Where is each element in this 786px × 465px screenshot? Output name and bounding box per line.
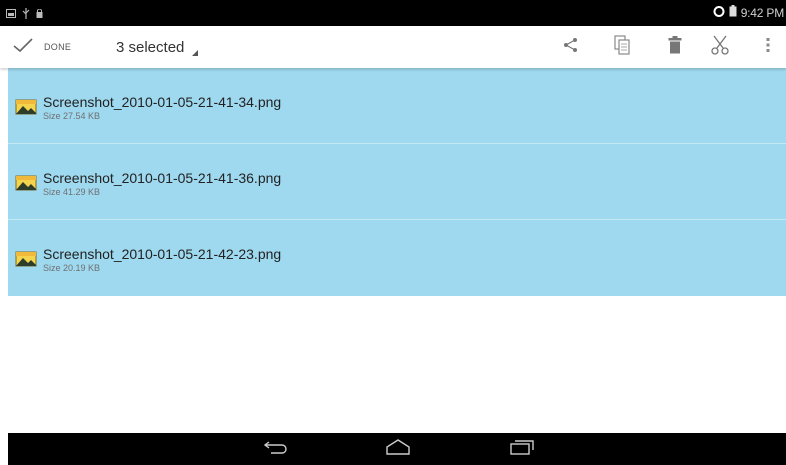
copy-icon (614, 34, 630, 60)
cut-button[interactable] (705, 32, 735, 62)
lock-notification-icon (36, 8, 43, 18)
system-status-icons: 9:42 PM (713, 4, 784, 22)
file-list-item[interactable]: Screenshot_2010-01-05-21-42-23.png Size … (8, 220, 786, 296)
share-icon (563, 37, 579, 58)
usb-notification-icon (22, 7, 30, 19)
recent-apps-icon (509, 439, 535, 460)
back-icon (263, 439, 289, 460)
file-size: Size 20.19 KB (43, 263, 101, 273)
image-file-icon (15, 251, 37, 267)
notification-icons (6, 6, 43, 20)
image-file-icon (15, 175, 37, 191)
done-label: DONE (44, 42, 72, 52)
status-time: 9:42 PM (740, 6, 784, 20)
back-button[interactable] (256, 437, 296, 461)
cut-icon (710, 35, 730, 60)
file-name: Screenshot_2010-01-05-21-41-36.png (43, 170, 282, 186)
recent-apps-button[interactable] (502, 437, 542, 461)
overflow-menu-button[interactable] (753, 32, 783, 62)
file-size: Size 41.29 KB (43, 187, 101, 197)
battery-icon (729, 4, 737, 22)
checkmark-icon (12, 37, 34, 58)
file-list: Screenshot_2010-01-05-21-41-34.png Size … (8, 68, 786, 296)
screenshot-notification-icon (6, 8, 16, 18)
screen: 9:42 PM DONE 3 selected Screenshot_2010-… (0, 0, 786, 465)
file-name: Screenshot_2010-01-05-21-41-34.png (43, 94, 282, 110)
image-file-icon (15, 99, 37, 115)
file-name: Screenshot_2010-01-05-21-42-23.png (43, 246, 282, 262)
overflow-menu-icon (766, 37, 770, 58)
delete-button[interactable] (660, 32, 690, 62)
dropdown-indicator-icon (192, 50, 199, 56)
copy-button[interactable] (607, 32, 637, 62)
home-button[interactable] (378, 437, 418, 461)
file-list-item[interactable]: Screenshot_2010-01-05-21-41-34.png Size … (8, 68, 786, 144)
file-size: Size 27.54 KB (43, 111, 101, 121)
alarm-icon (713, 4, 725, 22)
delete-icon (668, 35, 682, 59)
selection-count-dropdown[interactable]: 3 selected (116, 32, 199, 62)
contextual-action-bar: DONE 3 selected (0, 26, 786, 68)
status-bar: 9:42 PM (0, 0, 786, 26)
share-button[interactable] (556, 32, 586, 62)
navigation-bar (8, 433, 786, 465)
file-list-item[interactable]: Screenshot_2010-01-05-21-41-36.png Size … (8, 144, 786, 220)
done-button[interactable]: DONE (12, 32, 71, 62)
selection-count-label: 3 selected (116, 38, 185, 56)
home-icon (385, 438, 411, 460)
